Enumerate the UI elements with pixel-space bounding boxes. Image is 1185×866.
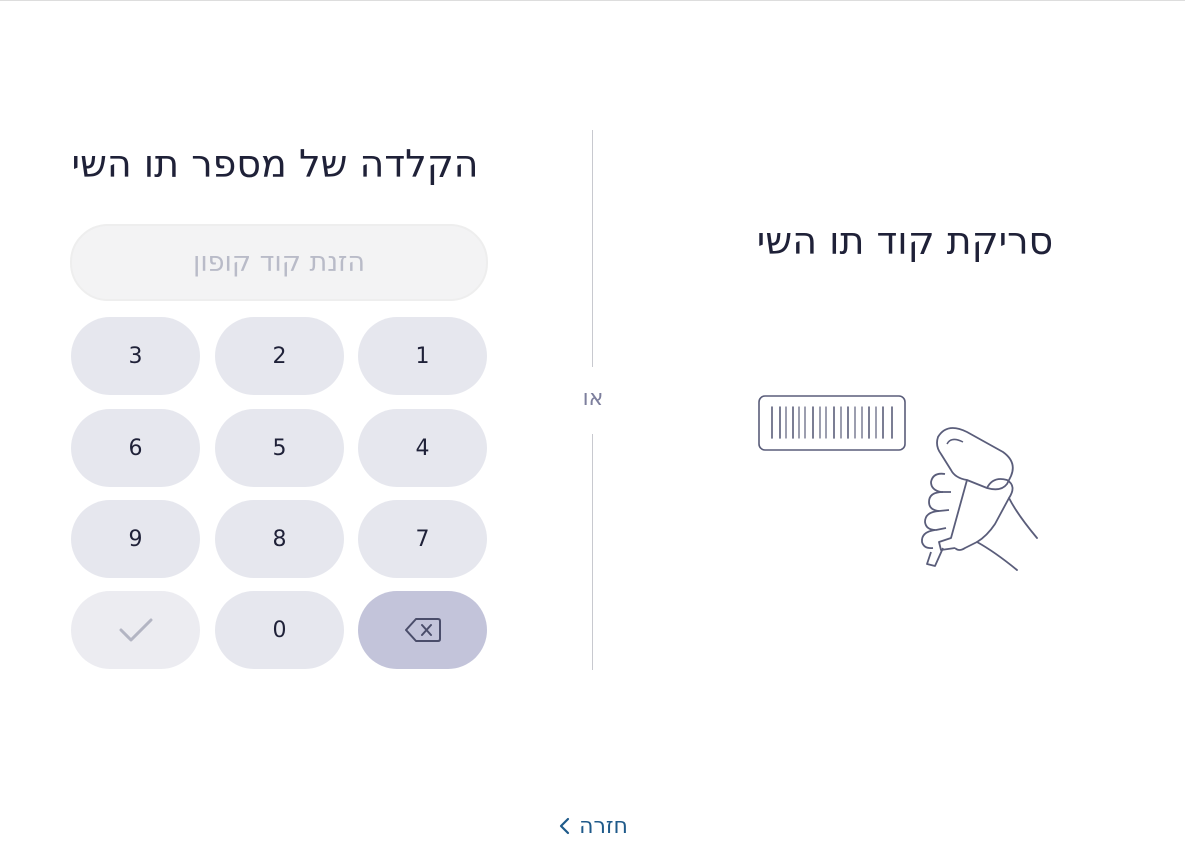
- keypad-key-7[interactable]: 7: [358, 500, 487, 578]
- coupon-code-input[interactable]: [70, 224, 488, 301]
- section-divider-bottom: [592, 434, 593, 670]
- keypad-key-8[interactable]: 8: [215, 500, 344, 578]
- keypad-key-1[interactable]: 1: [358, 317, 487, 395]
- keypad-key-5[interactable]: 5: [215, 409, 344, 487]
- keypad-key-4[interactable]: 4: [358, 409, 487, 487]
- keypad-key-9[interactable]: 9: [71, 500, 200, 578]
- backspace-button[interactable]: [358, 591, 487, 669]
- check-icon: [119, 618, 152, 642]
- scan-title: סריקת קוד תו השי: [756, 219, 1054, 263]
- back-label: חזרה: [579, 813, 628, 839]
- backspace-icon: [404, 618, 441, 642]
- back-link[interactable]: חזרה: [540, 808, 645, 844]
- top-divider: [0, 0, 1185, 1]
- manual-entry-title: הקלדה של מספר תו השי: [71, 142, 479, 186]
- keypad-key-2[interactable]: 2: [215, 317, 344, 395]
- keypad-key-0[interactable]: 0: [215, 591, 344, 669]
- section-divider-top: [592, 130, 593, 367]
- keypad-key-6[interactable]: 6: [71, 409, 200, 487]
- chevron-left-icon: [560, 817, 570, 835]
- barcode-scanner-icon: [758, 395, 1038, 571]
- keypad-key-3[interactable]: 3: [71, 317, 200, 395]
- confirm-button[interactable]: [71, 591, 200, 669]
- or-separator: או: [582, 386, 604, 411]
